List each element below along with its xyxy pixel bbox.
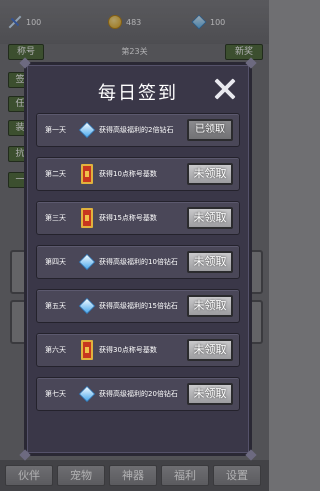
gem-icon: [78, 385, 96, 403]
reward-description: 获得高级福利的20倍钻石: [99, 390, 178, 398]
gem-icon: [78, 253, 96, 271]
title-card-icon: [81, 340, 93, 360]
day-label: 第七天: [45, 390, 66, 398]
gem-icon: [78, 297, 96, 315]
reward-description: 获得高级福利的10倍钻石: [99, 258, 178, 266]
checkin-row-day5: 第五天 获得高级福利的15倍钻石 未领取: [36, 289, 240, 323]
checkin-row-day3: 第三天 获得15点称号基数 未领取: [36, 201, 240, 235]
checkin-list: 第一天 获得高级福利的2倍钻石 已领取 第二天 获得10点称号基数 未领取 第三…: [36, 113, 240, 421]
close-icon[interactable]: [213, 77, 237, 101]
claim-button[interactable]: 未领取: [187, 251, 233, 273]
daily-checkin-dialog: 每日签到 第一天 获得高级福利的2倍钻石 已领取 第二天 获得10点称号基数 未…: [19, 57, 257, 461]
checkin-row-day6: 第六天 获得30点称号基数 未领取: [36, 333, 240, 367]
claim-button[interactable]: 未领取: [187, 339, 233, 361]
claim-button[interactable]: 未领取: [187, 295, 233, 317]
day-label: 第四天: [45, 258, 66, 266]
claim-button[interactable]: 未领取: [187, 383, 233, 405]
day-label: 第二天: [45, 170, 66, 178]
day-label: 第三天: [45, 214, 66, 222]
day-label: 第五天: [45, 302, 66, 310]
gem-icon: [78, 121, 96, 139]
reward-description: 获得高级福利的15倍钻石: [99, 302, 178, 310]
checkin-row-day2: 第二天 获得10点称号基数 未领取: [36, 157, 240, 191]
day-label: 第一天: [45, 126, 66, 134]
checkin-row-day4: 第四天 获得高级福利的10倍钻石 未领取: [36, 245, 240, 279]
title-card-icon: [81, 164, 93, 184]
reward-description: 获得15点称号基数: [99, 214, 157, 222]
reward-description: 获得10点称号基数: [99, 170, 157, 178]
reward-description: 获得30点称号基数: [99, 346, 157, 354]
claimed-button[interactable]: 已领取: [187, 119, 233, 141]
claim-button[interactable]: 未领取: [187, 207, 233, 229]
checkin-row-day7: 第七天 获得高级福利的20倍钻石 未领取: [36, 377, 240, 411]
reward-description: 获得高级福利的2倍钻石: [99, 126, 174, 134]
title-card-icon: [81, 208, 93, 228]
checkin-row-day1: 第一天 获得高级福利的2倍钻石 已领取: [36, 113, 240, 147]
claim-button[interactable]: 未领取: [187, 163, 233, 185]
day-label: 第六天: [45, 346, 66, 354]
